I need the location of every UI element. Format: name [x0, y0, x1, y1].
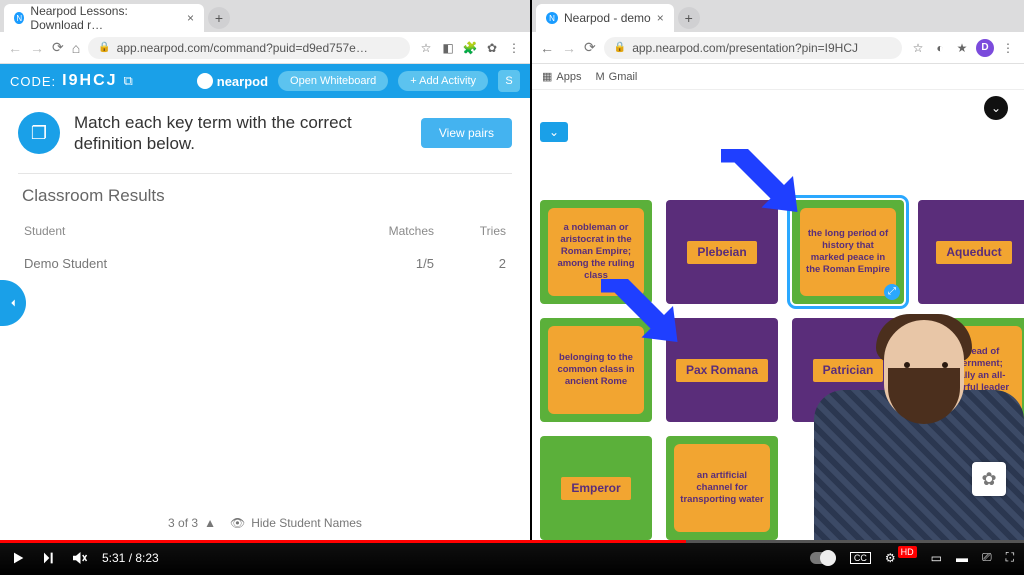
nearpod-logo: nearpod	[197, 73, 268, 89]
term-card[interactable]: Aqueduct	[918, 200, 1024, 304]
lock-icon: 🔒	[614, 42, 626, 53]
play-button[interactable]	[10, 550, 26, 566]
results-table: Student Matches Tries Demo Student1/52	[18, 216, 512, 283]
session-code[interactable]: CODE: I9HCJ ⧉	[10, 72, 134, 90]
slide-footer: 3 of 3 ▲ 👁 Hide Student Names	[0, 509, 530, 537]
col-tries: Tries	[440, 218, 510, 244]
browser-tab[interactable]: N Nearpod Lessons: Download r… ×	[4, 4, 204, 32]
eye-off-icon: 👁	[230, 516, 245, 530]
theater-button[interactable]: ▬	[956, 551, 968, 565]
puzzle-icon[interactable]: ★	[954, 40, 970, 56]
mute-button[interactable]	[70, 549, 88, 567]
profile-avatar[interactable]: D	[976, 39, 994, 57]
term-card[interactable]: Emperor	[540, 436, 652, 540]
cast-button[interactable]: ⎚	[982, 550, 992, 565]
puzzle-icon[interactable]: 🧩	[462, 40, 478, 56]
add-activity-button[interactable]: + Add Activity	[398, 71, 488, 91]
new-tab-button[interactable]: +	[208, 7, 230, 29]
bookmark-bar: ▦ Apps M Gmail	[532, 64, 1024, 90]
open-whiteboard-button[interactable]: Open Whiteboard	[278, 71, 388, 91]
term-card[interactable]: Pax Romana	[666, 318, 778, 422]
video-player-bar: 5:31 / 8:23 CC ⚙HD ▭ ▬ ⎚ ⛶	[0, 540, 1024, 575]
new-tab-button[interactable]: +	[678, 7, 700, 29]
star-icon[interactable]: ☆	[910, 40, 926, 56]
autoplay-toggle[interactable]	[810, 552, 836, 564]
results-heading: Classroom Results	[18, 174, 512, 216]
progress-bar[interactable]	[0, 540, 1024, 543]
close-icon[interactable]: ×	[657, 11, 664, 25]
definition-card[interactable]: an artificial channel for transporting w…	[666, 436, 778, 540]
watermark-icon: ✿	[972, 462, 1006, 496]
next-button[interactable]	[40, 550, 56, 566]
hide-names-button[interactable]: 👁 Hide Student Names	[230, 516, 362, 530]
favicon-icon: N	[546, 12, 558, 24]
forward-button[interactable]: →	[30, 40, 44, 56]
tabstrip-right: N Nearpod - demo × +	[532, 0, 1024, 32]
tab-title: Nearpod Lessons: Download r…	[30, 4, 181, 32]
favicon-icon: N	[14, 12, 24, 24]
arrow-icon	[712, 140, 802, 235]
star-icon[interactable]: ☆	[418, 40, 434, 56]
col-student: Student	[20, 218, 366, 244]
match-icon: ❐	[18, 112, 60, 154]
navbar-left: ← → ⟳ ⌂ 🔒 app.nearpod.com/command?puid=d…	[0, 32, 530, 64]
reload-button[interactable]: ⟳	[52, 39, 64, 56]
right-window: N Nearpod - demo × + ← → ⟳ 🔒 app.nearpod…	[530, 0, 1024, 540]
close-icon[interactable]: ×	[187, 11, 194, 25]
nearpod-body: ❐ Match each key term with the correct d…	[0, 98, 530, 540]
browser-tab[interactable]: N Nearpod - demo ×	[536, 4, 674, 32]
menu-icon[interactable]: ⋮	[1000, 40, 1016, 56]
navbar-right: ← → ⟳ 🔒 app.nearpod.com/presentation?pin…	[532, 32, 1024, 64]
arrow-icon	[592, 270, 682, 365]
chevron-up-icon: ▲	[204, 516, 216, 530]
menu-icon[interactable]: ⋮	[506, 40, 522, 56]
home-button[interactable]: ⌂	[72, 40, 80, 56]
forward-button[interactable]: →	[562, 40, 576, 56]
presenter-overlay	[814, 300, 1024, 540]
back-button[interactable]: ←	[8, 40, 22, 56]
share-button[interactable]: S	[498, 70, 520, 92]
settings-button[interactable]: ⚙HD	[885, 551, 917, 565]
captions-button[interactable]: CC	[850, 552, 871, 564]
tabstrip-left: N Nearpod Lessons: Download r… × +	[0, 0, 530, 32]
activity-dropdown[interactable]: ⌄	[540, 122, 568, 142]
nav-icons: ☆ ◐ ★ D ⋮	[910, 39, 1016, 57]
gmail-shortcut[interactable]: M Gmail	[595, 71, 637, 83]
popout-icon: ⧉	[124, 73, 134, 89]
flower-icon[interactable]: ✿	[484, 40, 500, 56]
prompt-text: Match each key term with the correct def…	[74, 112, 407, 155]
slide-counter[interactable]: 3 of 3 ▲	[168, 516, 216, 530]
url-text: app.nearpod.com/presentation?pin=I9HCJ	[632, 41, 858, 55]
table-row[interactable]: Demo Student1/52	[20, 246, 510, 281]
reload-button[interactable]: ⟳	[584, 39, 596, 56]
apps-shortcut[interactable]: ▦ Apps	[542, 70, 581, 83]
extension-icon[interactable]: ◐	[932, 40, 948, 56]
tab-title: Nearpod - demo	[564, 11, 651, 25]
extension-icon[interactable]: ◧	[440, 40, 456, 56]
col-matches: Matches	[368, 218, 438, 244]
student-view: ⌄ ⌄ a nobleman or aristocrat in the Roma…	[532, 90, 1024, 540]
student-menu-button[interactable]: ⌄	[984, 96, 1008, 120]
definition-card[interactable]: the long period of history that marked p…	[792, 200, 904, 304]
nearpod-header: CODE: I9HCJ ⧉ nearpod Open Whiteboard + …	[0, 64, 530, 98]
url-bar[interactable]: 🔒 app.nearpod.com/presentation?pin=I9HCJ	[604, 37, 902, 59]
time-display: 5:31 / 8:23	[102, 551, 159, 565]
url-bar[interactable]: 🔒 app.nearpod.com/command?puid=d9ed757e…	[88, 37, 410, 59]
view-pairs-button[interactable]: View pairs	[421, 118, 512, 148]
left-window: N Nearpod Lessons: Download r… × + ← → ⟳…	[0, 0, 530, 540]
expand-icon: ⤢	[884, 284, 900, 300]
miniplayer-button[interactable]: ▭	[931, 551, 942, 565]
back-button[interactable]: ←	[540, 40, 554, 56]
lock-icon: 🔒	[98, 42, 110, 53]
url-text: app.nearpod.com/command?puid=d9ed757e…	[117, 41, 368, 55]
nav-icons: ☆ ◧ 🧩 ✿ ⋮	[418, 40, 522, 56]
fullscreen-button[interactable]: ⛶	[1006, 550, 1014, 565]
